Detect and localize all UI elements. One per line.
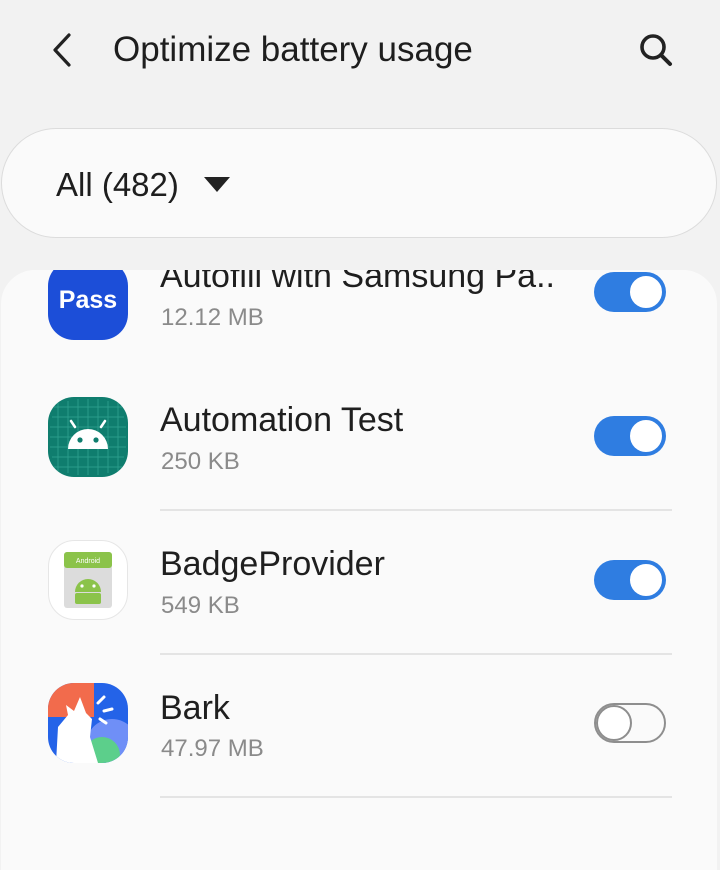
bark-icon	[48, 683, 128, 763]
app-name: Automation Test	[160, 401, 404, 439]
list-item[interactable]: Android BadgeProvider 549 KB	[1, 513, 717, 653]
android-badge-icon: Android	[48, 540, 128, 620]
app-bar: Optimize battery usage	[0, 0, 720, 100]
app-name: Bark	[160, 689, 230, 727]
divider	[160, 796, 672, 798]
list-item[interactable]: Automation Test 250 KB	[1, 370, 717, 510]
app-filter-dropdown[interactable]: All (482)	[1, 128, 717, 238]
svg-text:Pass: Pass	[59, 286, 117, 314]
filter-label: All (482)	[56, 166, 179, 203]
app-name: Autofill with Samsung Pa..	[160, 270, 555, 295]
back-button[interactable]	[40, 28, 84, 72]
app-size: 549 KB	[161, 592, 240, 619]
app-size: 12.12 MB	[161, 304, 264, 331]
optimize-toggle[interactable]	[594, 703, 666, 743]
svg-text:Android: Android	[76, 558, 100, 565]
divider	[160, 509, 672, 511]
dropdown-caret-icon	[204, 177, 230, 192]
search-icon	[640, 34, 672, 66]
list-item[interactable]: Bark 47.97 MB	[1, 656, 717, 796]
app-name: BadgeProvider	[160, 545, 385, 583]
list-item[interactable]: Pass Autofill with Samsung Pa.. 12.12 MB	[1, 270, 717, 354]
search-button[interactable]	[632, 26, 680, 74]
optimize-toggle[interactable]	[594, 416, 666, 456]
page-title: Optimize battery usage	[113, 30, 473, 69]
optimize-toggle[interactable]	[594, 272, 666, 312]
app-size: 250 KB	[161, 448, 240, 475]
app-list: Pass Autofill with Samsung Pa.. 12.12 MB	[1, 270, 717, 870]
android-grid-icon	[48, 397, 128, 477]
back-arrow-icon	[53, 33, 71, 67]
optimize-toggle[interactable]	[594, 560, 666, 600]
app-size: 47.97 MB	[161, 735, 264, 762]
samsung-pass-icon: Pass	[48, 270, 128, 340]
divider	[160, 653, 672, 655]
